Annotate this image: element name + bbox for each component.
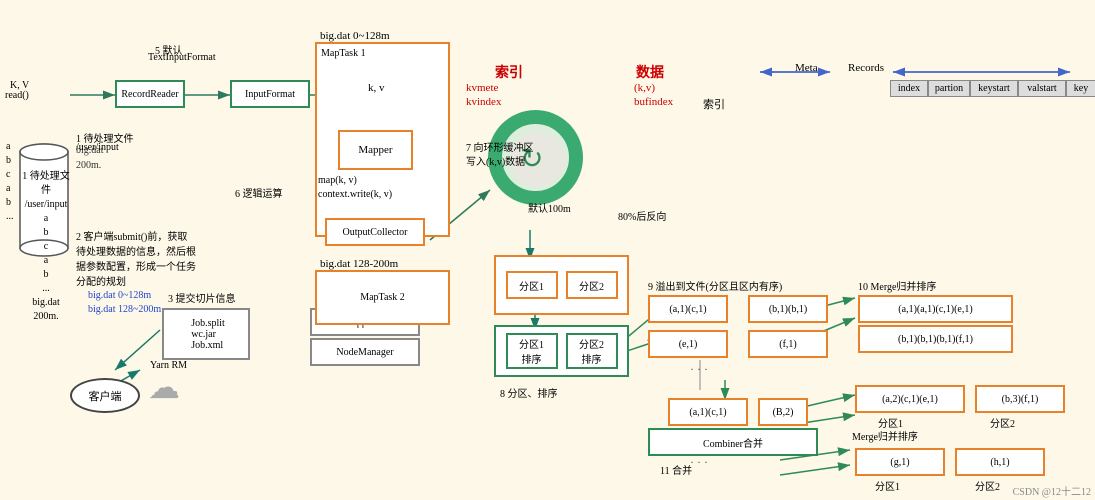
step5-label2: TextInputFormat: [148, 52, 216, 63]
merge-result1-box: (a,1)(a,1)(c,1)(e,1): [858, 295, 1013, 323]
maptask2-box: MapTask 2: [315, 270, 450, 325]
recordreader-label: RecordReader: [121, 89, 178, 100]
maptask1-label: MapTask 1: [321, 48, 366, 59]
bigdat1-label: big.dat 0~128m: [320, 30, 390, 42]
file-cylinder: 1 待处理文件 /user/input a b c a b ... big.da…: [18, 140, 70, 260]
combiner-label: Combiner合并: [703, 435, 763, 450]
dots2-label: · · ·: [690, 455, 708, 470]
records-label: Records: [848, 62, 884, 74]
combine-input1-box: (a,1)(c,1): [668, 398, 748, 426]
spill-result2b-box: (f,1): [748, 330, 828, 358]
bigdat-split2: big.dat 128~200m: [88, 304, 161, 315]
partition1-sort-box: 分区1 排序: [506, 333, 558, 369]
final2-label: (h,1): [990, 457, 1009, 468]
merge-result2-box: (b,1)(b,1)(b,1)(f,1): [858, 325, 1013, 353]
cloud-icon: ☁: [148, 368, 180, 406]
final1-label: (g,1): [890, 457, 909, 468]
file-content: 1 待处理文件 /user/input a b c a b ... big.da…: [22, 170, 70, 324]
table-col-key: key: [1066, 80, 1095, 97]
mapper-box: Mapper: [338, 130, 413, 170]
table-col-index: index: [890, 80, 928, 97]
index-label: 索引: [495, 62, 523, 82]
table-col-keystart: keystart: [970, 80, 1018, 97]
after-combine1-box: (a,2)(c,1)(e,1): [855, 385, 965, 413]
merge-result1-label: (a,1)(a,1)(c,1)(e,1): [898, 304, 972, 315]
default100m-label: 默认100m: [528, 200, 571, 215]
merge-sort2-label: Merge归并排序: [852, 428, 918, 443]
partition1-label: 分区1: [519, 278, 544, 293]
data-label: 数据: [636, 62, 664, 82]
inputformat-label: InputFormat: [245, 89, 295, 100]
step2-label: 2 客户端submit()前，获取 待处理数据的信息，然后根 据参数配置，形成一…: [76, 230, 196, 290]
step8-label: 8 分区、排序: [500, 385, 558, 400]
table-col-valstart: valstart: [1018, 80, 1066, 97]
outputcollector-box: OutputCollector: [325, 218, 425, 246]
step6-label: 6 逻辑运算: [235, 185, 283, 200]
bigdat2-label: big.dat 128-200m: [320, 258, 398, 270]
spill-result2a-box: (b,1)(b,1): [748, 295, 828, 323]
combine-input1-label: (a,1)(c,1): [689, 407, 726, 418]
file-line-a: 1 待处理文件 /user/input a b c a b ... big.da…: [22, 170, 70, 324]
final-p2-label: 分区2: [975, 478, 1000, 493]
partition-outer-box: 分区1 分区2: [494, 255, 629, 315]
after-combine1-label: (a,2)(c,1)(e,1): [882, 394, 938, 405]
final1-box: (g,1): [855, 448, 945, 476]
inputformat-box: InputFormat: [230, 80, 310, 108]
partition-sort-outer-box: 分区1 排序 分区2 排序: [494, 325, 629, 377]
spill-result1a-box: (a,1)(c,1): [648, 295, 728, 323]
after-combine2-label: (b,3)(f,1): [1002, 394, 1039, 405]
step9-label: 9 溢出到文件(分区且区内有序): [648, 278, 782, 293]
partition1-box: 分区1: [506, 271, 558, 299]
kv-maptask-label: k, v: [368, 82, 385, 94]
combine-input2-label: (B,2): [773, 407, 794, 418]
reverse80-label: 80%后反向: [618, 208, 666, 223]
footer-label: CSDN @12十二12: [1013, 483, 1091, 498]
step3-label: 3 提交切片信息: [168, 290, 236, 305]
mapper-label: Mapper: [358, 144, 392, 156]
step1-label2: /user/input: [76, 142, 119, 153]
spill-result2a-label: (b,1)(b,1): [769, 304, 807, 315]
step10-label: 10 Merge归并排序: [858, 278, 936, 293]
client-ellipse: 客户端: [70, 378, 140, 413]
kv-data-label: (k,v): [634, 82, 655, 94]
partition2-box: 分区2: [566, 271, 618, 299]
index-detection: 索引: [703, 96, 725, 112]
client-label: 客户端: [89, 388, 122, 404]
nodemanager-label: NodeManager: [336, 347, 393, 358]
partition1-sort-label: 分区1 排序: [519, 336, 544, 366]
kv-read2-label: read(): [5, 90, 29, 101]
kvmete-label: kvmete: [466, 82, 498, 94]
table-row-header: index partion keystart valstart key valu…: [890, 80, 1095, 97]
bigdat-split1: big.dat 0~128m: [88, 290, 151, 301]
maptask2-label: MapTask 2: [360, 292, 405, 303]
job-split-box: Job.split wc.jar Job.xml: [162, 308, 250, 360]
map-context-label: map(k, v) context.write(k, v): [318, 174, 392, 202]
spill-result2b-label: (f,1): [779, 339, 797, 350]
combine-input2-box: (B,2): [758, 398, 808, 426]
spill-result1b-box: (e,1): [648, 330, 728, 358]
partition2-sort-box: 分区2 排序: [566, 333, 618, 369]
spill-result1a-label: (a,1)(c,1): [669, 304, 706, 315]
after-combine-p2: 分区2: [990, 415, 1015, 430]
step11-label: 11 合并: [660, 462, 692, 477]
file-label: a b c a b ...: [6, 140, 14, 224]
recordreader-box: RecordReader: [115, 80, 185, 108]
step7-label: 7 向环形缓冲区 写入(k,v)数据: [466, 142, 534, 170]
spill-result1b-label: (e,1): [679, 339, 698, 350]
dots1-label: · · ·: [690, 362, 708, 377]
outputcollector-label: OutputCollector: [343, 227, 408, 238]
after-combine2-box: (b,3)(f,1): [975, 385, 1065, 413]
nodemanager-box: NodeManager: [310, 338, 420, 366]
diagram: 1 待处理文件 /user/input a b c a b ... big.da…: [0, 0, 1095, 500]
combiner-box: Combiner合并: [648, 428, 818, 456]
final-p1-label: 分区1: [875, 478, 900, 493]
bufindex-label: bufindex: [634, 96, 673, 108]
partition2-label: 分区2: [579, 278, 604, 293]
partition2-sort-label: 分区2 排序: [579, 336, 604, 366]
kvindex-label: kvindex: [466, 96, 501, 108]
merge-result2-label: (b,1)(b,1)(b,1)(f,1): [898, 334, 973, 345]
meta-label: Meta: [795, 62, 818, 74]
table-col-partion: partion: [928, 80, 970, 97]
final2-box: (h,1): [955, 448, 1045, 476]
